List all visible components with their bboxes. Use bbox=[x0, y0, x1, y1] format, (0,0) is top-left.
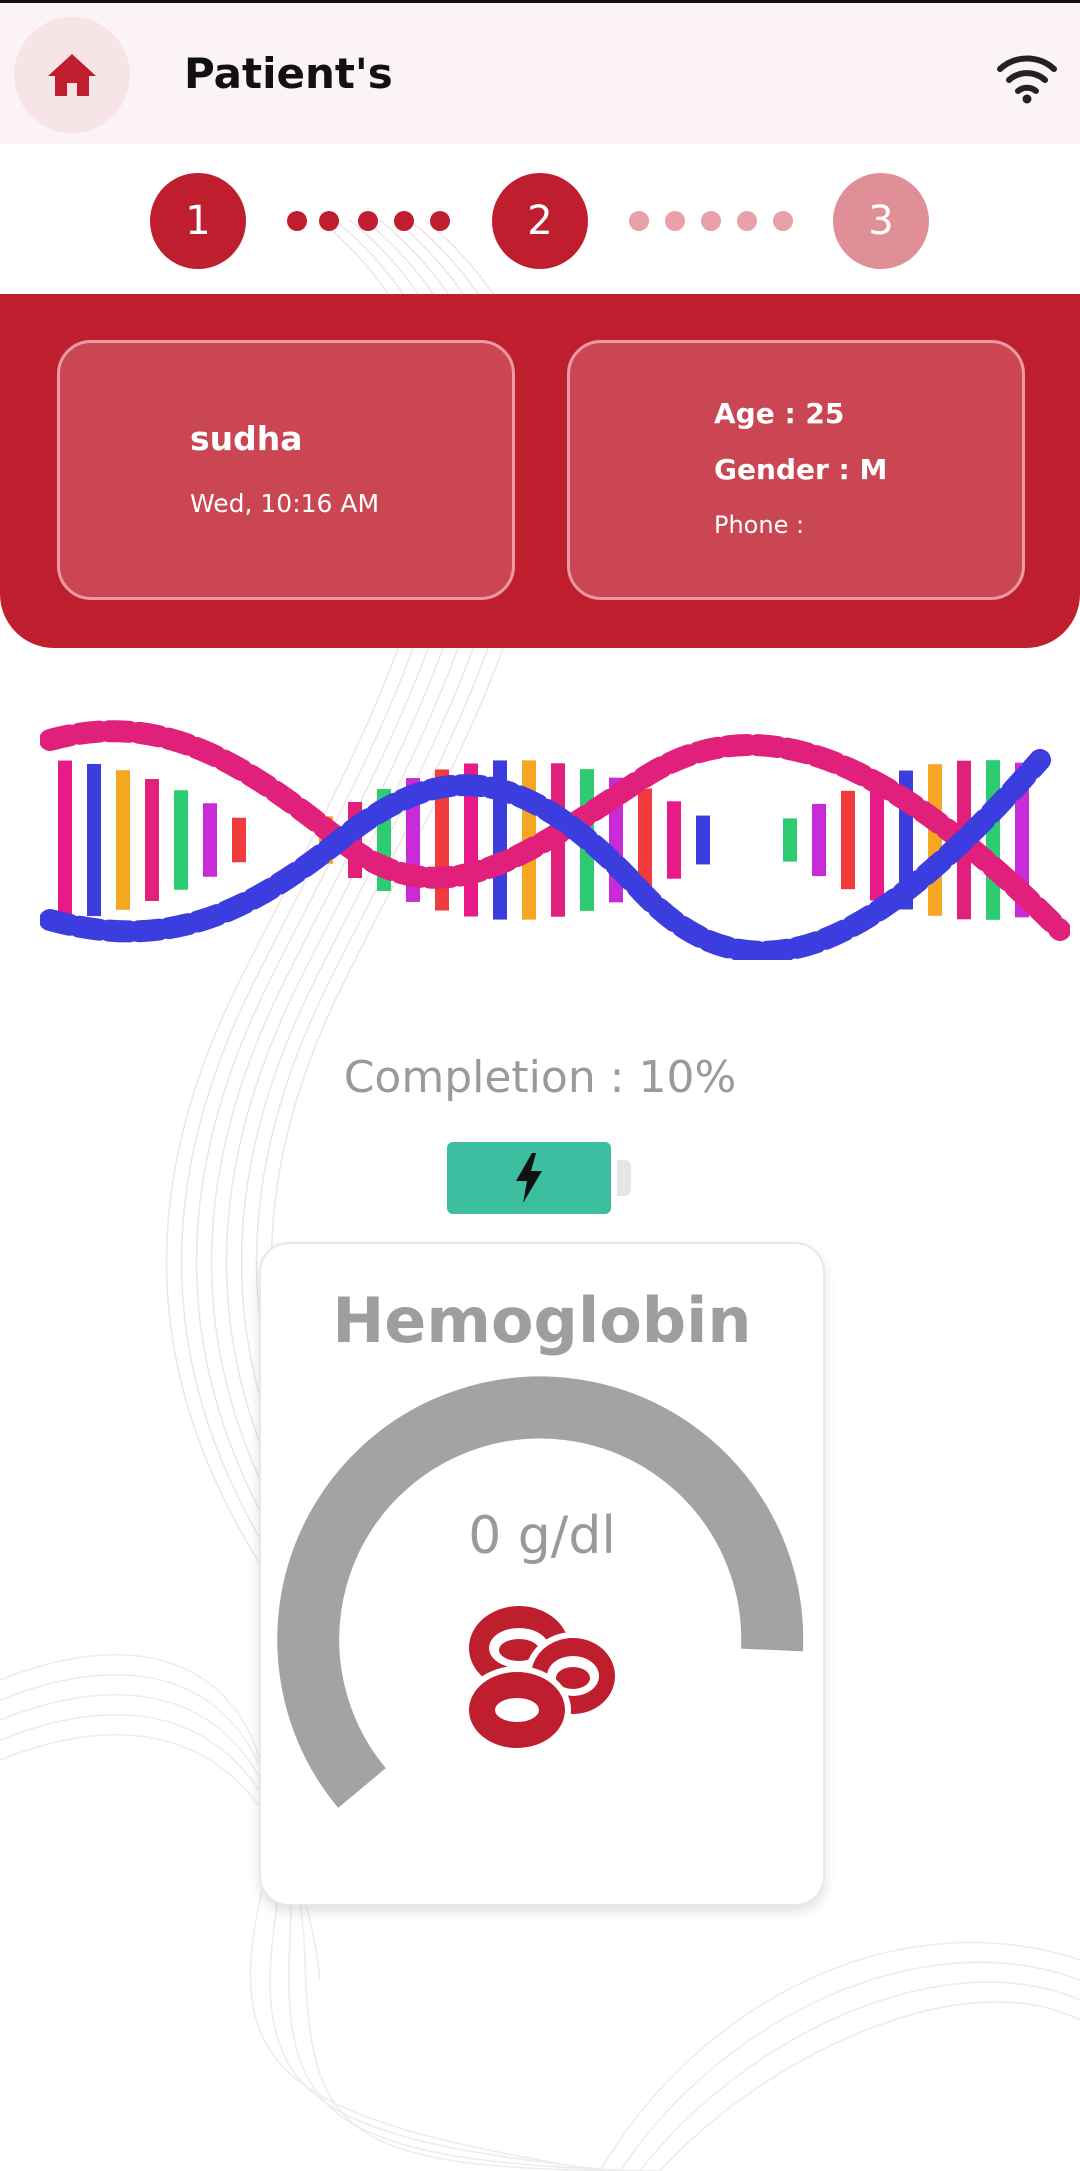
step-connector-dot bbox=[287, 211, 307, 231]
dna-helix-illustration bbox=[40, 720, 1070, 960]
step-connector-dot bbox=[629, 211, 649, 231]
dna-rung bbox=[58, 760, 72, 920]
step-2[interactable]: 2 bbox=[492, 173, 588, 269]
patient-name: sudha bbox=[190, 419, 303, 458]
status-strip bbox=[0, 0, 1080, 3]
step-connector-dot bbox=[665, 211, 685, 231]
battery-indicator bbox=[447, 1142, 635, 1214]
dna-rung bbox=[116, 770, 130, 910]
step-connector-dot bbox=[773, 211, 793, 231]
step-connector-dot bbox=[737, 211, 757, 231]
lightning-icon bbox=[516, 1153, 542, 1203]
dna-rung bbox=[696, 815, 710, 865]
red-blood-cells-icon bbox=[463, 1606, 621, 1754]
step-connector-dot bbox=[319, 211, 339, 231]
dna-rung bbox=[203, 803, 217, 877]
home-button[interactable] bbox=[14, 17, 130, 133]
visit-datetime: Wed, 10:16 AM bbox=[190, 489, 380, 518]
dna-rung bbox=[232, 817, 246, 863]
dna-rung bbox=[145, 779, 159, 901]
patient-info-panel: sudha Wed, 10:16 AM Age : 25 Gender : M … bbox=[0, 294, 1080, 648]
progress-stepper: 1 2 3 bbox=[0, 144, 1080, 294]
step-connector-dot bbox=[701, 211, 721, 231]
completion-label: Completion : 10% bbox=[343, 1052, 737, 1103]
patient-phone: Phone : bbox=[714, 511, 805, 539]
step-connector-dot bbox=[358, 211, 378, 231]
step-1[interactable]: 1 bbox=[150, 173, 246, 269]
patient-gender: Gender : M bbox=[714, 453, 888, 486]
dna-rung bbox=[841, 790, 855, 890]
step-connector-dot bbox=[430, 211, 450, 231]
patient-age: Age : 25 bbox=[714, 397, 845, 430]
patient-details-card: Age : 25 Gender : M Phone : bbox=[567, 340, 1025, 600]
dna-rung bbox=[812, 803, 826, 877]
wifi-icon[interactable] bbox=[996, 51, 1058, 105]
app-bar: Patient's bbox=[0, 3, 1080, 144]
dna-rung bbox=[87, 763, 101, 917]
step-1-label: 1 bbox=[185, 198, 211, 244]
step-3[interactable]: 3 bbox=[833, 173, 929, 269]
hemoglobin-value: 0 g/dl bbox=[468, 1506, 616, 1566]
dna-rung bbox=[667, 801, 681, 879]
hemoglobin-card[interactable]: Hemoglobin 0 g/dl bbox=[259, 1242, 825, 1906]
battery-body bbox=[447, 1142, 611, 1214]
step-3-label: 3 bbox=[868, 198, 894, 244]
page-title: Patient's bbox=[184, 49, 393, 98]
patient-name-card: sudha Wed, 10:16 AM bbox=[57, 340, 515, 600]
dna-rung bbox=[986, 760, 1000, 920]
hemoglobin-title: Hemoglobin bbox=[332, 1284, 752, 1357]
dna-rung bbox=[928, 764, 942, 916]
step-2-label: 2 bbox=[527, 198, 553, 244]
dna-rung bbox=[783, 818, 797, 862]
dna-rung bbox=[174, 790, 188, 890]
home-icon bbox=[48, 54, 96, 96]
step-connector-dot bbox=[394, 211, 414, 231]
battery-cap bbox=[617, 1160, 631, 1196]
